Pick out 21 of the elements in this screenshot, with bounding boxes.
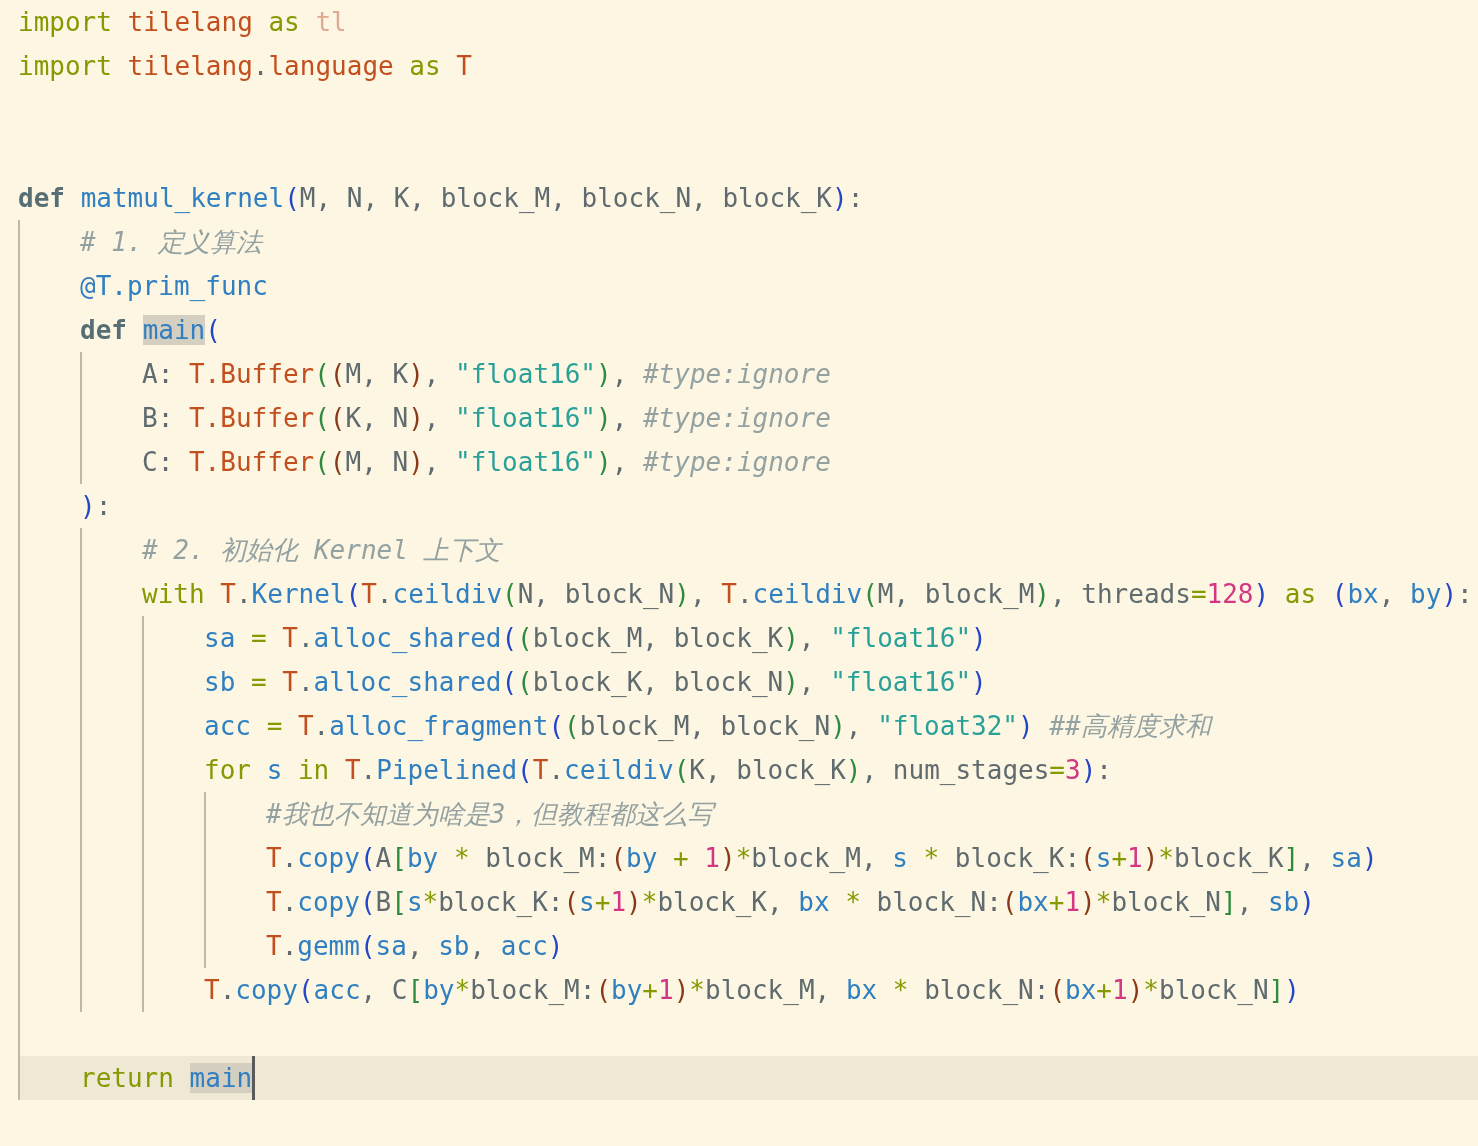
code-line: B: T.Buffer((K, N), "float16"), #type:ignore xyxy=(142,402,831,435)
code-line: ): xyxy=(80,490,112,523)
code-line: T.copy(acc, C[by*block_M:(by+1)*block_M, bx * block_N:(bx+1)*block_N]) xyxy=(204,974,1300,1007)
code-line: sb = T.alloc_shared((block_K, block_N), "float16") xyxy=(204,666,987,699)
code-line: def main( xyxy=(80,314,221,347)
code-line: return main xyxy=(80,1062,253,1095)
code-line: for s in T.Pipelined(T.ceildiv(K, block_K), num_stages=3): xyxy=(204,754,1112,787)
code-line: T.copy(A[by * block_M:(by + 1)*block_M, s * block_K:(s+1)*block_K], sa) xyxy=(266,842,1378,875)
code-line: T.gemm(sa, sb, acc) xyxy=(266,930,564,963)
code-line: @T.prim_func xyxy=(80,270,268,303)
code-line: # 2. 初始化 Kernel 上下文 xyxy=(142,534,502,567)
code-line: C: T.Buffer((M, N), "float16"), #type:ignore xyxy=(142,446,831,479)
code-line: import tilelang as tl xyxy=(18,6,347,39)
code-line: acc = T.alloc_fragment((block_M, block_N), "float32") ##高精度求和 xyxy=(204,710,1211,743)
code-line: # 1. 定义算法 xyxy=(80,226,263,259)
code-line: T.copy(B[s*block_K:(s+1)*block_K, bx * block_N:(bx+1)*block_N], sb) xyxy=(266,886,1315,919)
code-line: sa = T.alloc_shared((block_M, block_K), "float16") xyxy=(204,622,987,655)
code-line: import tilelang.language as T xyxy=(18,50,472,83)
code-line: def matmul_kernel(M, N, K, block_M, block_N, block_K): xyxy=(18,182,864,215)
code-line: A: T.Buffer((M, K), "float16"), #type:ignore xyxy=(142,358,831,391)
code-line: with T.Kernel(T.ceildiv(N, block_N), T.ceildiv(M, block_M), threads=128) as (bx, by): xyxy=(142,578,1473,611)
